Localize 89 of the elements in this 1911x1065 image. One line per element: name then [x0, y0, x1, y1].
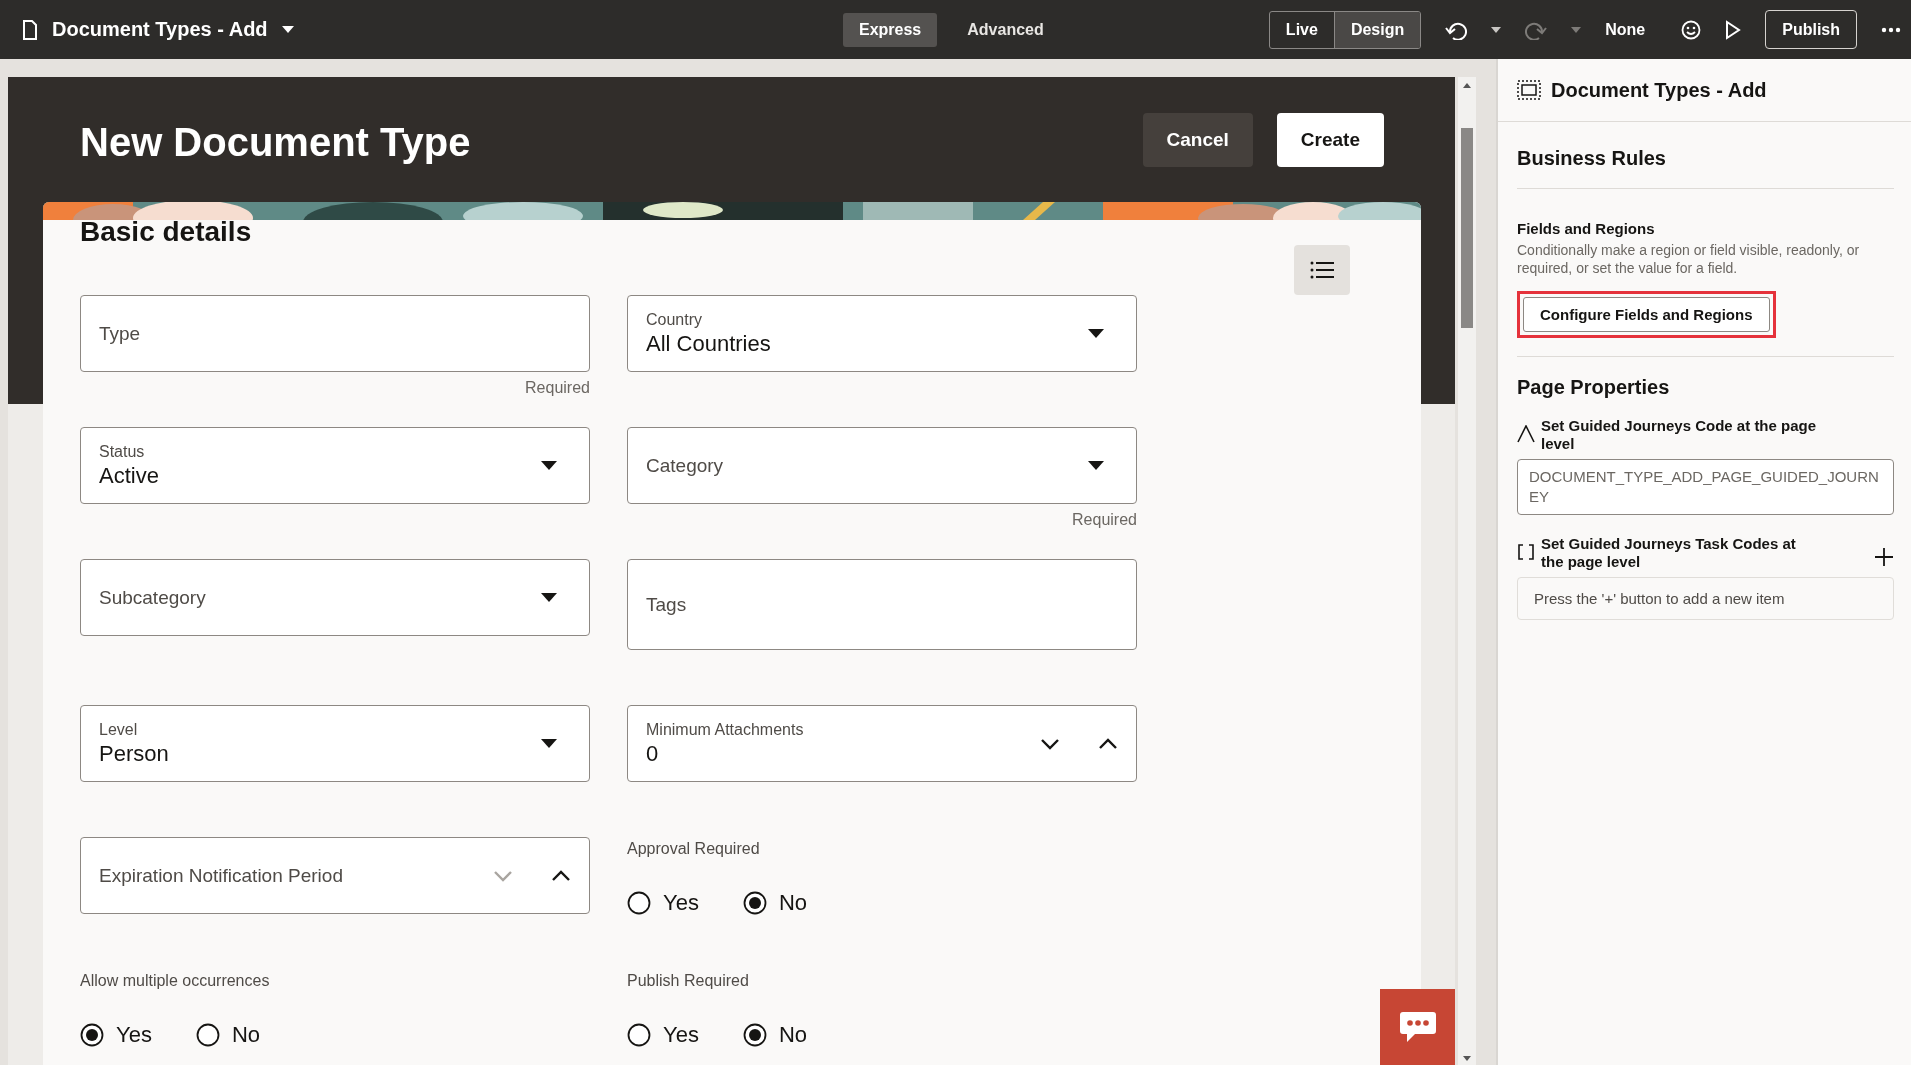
- field-value: DOCUMENT_TYPE_ADD_PAGE_GUIDED_JOURNEY: [1529, 468, 1879, 505]
- mode-tab[interactable]: Advanced: [951, 12, 1060, 47]
- number-field[interactable]: Expiration Notification Period: [80, 837, 590, 914]
- text-field[interactable]: DOCUMENT_TYPE_ADD_PAGE_GUIDED_JOURNEY: [1517, 459, 1894, 515]
- brackets-icon: [1517, 543, 1535, 561]
- radio-option[interactable]: Yes: [627, 1022, 699, 1048]
- section-heading: Basic details: [80, 216, 252, 248]
- chevron-up-icon: [1098, 737, 1118, 750]
- caret-down-icon: [1491, 26, 1502, 33]
- more-button[interactable]: [1881, 26, 1901, 33]
- field-label: Type: [99, 322, 142, 345]
- feedback-button[interactable]: [1681, 19, 1702, 40]
- field-label: Allow multiple occurrences: [80, 972, 271, 990]
- caret-down-icon: [1088, 460, 1104, 471]
- chat-icon: [1399, 1010, 1437, 1044]
- view-tab[interactable]: Design: [1333, 11, 1421, 48]
- property-label: Set Guided Journeys Code at the page level: [1541, 417, 1818, 453]
- field-label: Subcategory: [99, 586, 207, 609]
- caret-down-icon: [541, 738, 557, 749]
- cancel-button[interactable]: Cancel: [1142, 112, 1253, 167]
- text-field[interactable]: Type: [80, 295, 590, 372]
- chat-button[interactable]: [1380, 989, 1455, 1065]
- rule-title: Fields and Regions: [1517, 220, 1656, 237]
- field-value: All Countries: [646, 330, 772, 357]
- select-field[interactable]: Subcategory: [80, 559, 590, 636]
- select-field[interactable]: Status Active: [80, 427, 590, 504]
- letter-a-icon: [1517, 425, 1535, 443]
- helper-text: Required: [525, 379, 590, 396]
- view-tab[interactable]: Live: [1269, 11, 1334, 48]
- more-icon: [1881, 26, 1901, 33]
- property-label: Set Guided Journeys Task Codes at the page level: [1541, 535, 1797, 571]
- field-label: Category: [646, 454, 725, 477]
- field-value: 0: [646, 740, 660, 767]
- radio-option[interactable]: No: [742, 890, 807, 916]
- undo-menu-button[interactable]: [1491, 26, 1502, 33]
- empty-message: Press the '+' button to add a new item: [1534, 590, 1785, 607]
- select-field[interactable]: Country All Countries: [627, 295, 1137, 372]
- chevron-up-icon: [551, 869, 571, 882]
- rule-description: Conditionally make a region or field visible, readonly, or required, or set the value for a field.: [1517, 241, 1861, 277]
- number-field[interactable]: Minimum Attachments 0: [627, 705, 1137, 782]
- list-icon: [1310, 260, 1334, 280]
- scroll-up-icon[interactable]: [1463, 83, 1471, 88]
- field-label: Minimum Attachments: [646, 720, 805, 739]
- create-button[interactable]: Create: [1276, 112, 1384, 167]
- page-title: Document Types - Add: [52, 18, 268, 41]
- play-icon: [1725, 19, 1742, 40]
- chevron-down-icon: [1040, 737, 1060, 750]
- section-heading: Business Rules: [1517, 122, 1894, 189]
- publish-button[interactable]: Publish: [1765, 10, 1857, 49]
- caret-down-icon: [281, 25, 294, 34]
- list-button[interactable]: [1294, 245, 1350, 295]
- section-heading: Page Properties: [1517, 375, 1671, 400]
- smiley-icon: [1681, 19, 1702, 40]
- configure-button[interactable]: Configure Fields and Regions: [1523, 297, 1770, 332]
- caret-down-icon: [1088, 328, 1104, 339]
- region-icon: [1517, 80, 1541, 100]
- panel-title: Document Types - Add: [1551, 78, 1767, 102]
- select-field[interactable]: Category: [627, 427, 1137, 504]
- caret-down-icon: [1571, 26, 1582, 33]
- field-label: Tags: [646, 593, 688, 616]
- field-value: Person: [99, 740, 170, 767]
- sandbox-label: None: [1605, 20, 1646, 39]
- radio-option[interactable]: Yes: [627, 890, 699, 916]
- text-area[interactable]: Tags: [627, 559, 1137, 650]
- field-label: Status: [99, 442, 146, 461]
- scroll-down-icon[interactable]: [1463, 1056, 1471, 1061]
- field-label: Publish Required: [627, 972, 750, 990]
- scroll-thumb[interactable]: [1461, 128, 1473, 328]
- radio-option[interactable]: Yes: [80, 1022, 152, 1048]
- field-label: Level: [99, 720, 139, 739]
- caret-down-icon: [541, 592, 557, 603]
- field-label: Expiration Notification Period: [99, 864, 344, 887]
- chevron-down-icon: [493, 869, 513, 882]
- scrollbar[interactable]: [1458, 77, 1476, 1065]
- field-value: Active: [99, 462, 160, 489]
- radio-option[interactable]: No: [195, 1022, 260, 1048]
- select-field[interactable]: Level Person: [80, 705, 590, 782]
- radio-option[interactable]: No: [742, 1022, 807, 1048]
- redo-menu-button[interactable]: [1571, 26, 1582, 33]
- title-menu-button[interactable]: [281, 25, 294, 34]
- field-label: Approval Required: [627, 840, 761, 858]
- page-heading: New Document Type: [80, 119, 472, 165]
- caret-down-icon: [541, 460, 557, 471]
- helper-text: Required: [1072, 511, 1137, 528]
- preview-button[interactable]: [1725, 19, 1742, 40]
- field-label: Country: [646, 310, 704, 329]
- mode-tab[interactable]: Express: [843, 12, 938, 47]
- document-icon: [22, 19, 38, 40]
- plus-icon: [1874, 547, 1894, 567]
